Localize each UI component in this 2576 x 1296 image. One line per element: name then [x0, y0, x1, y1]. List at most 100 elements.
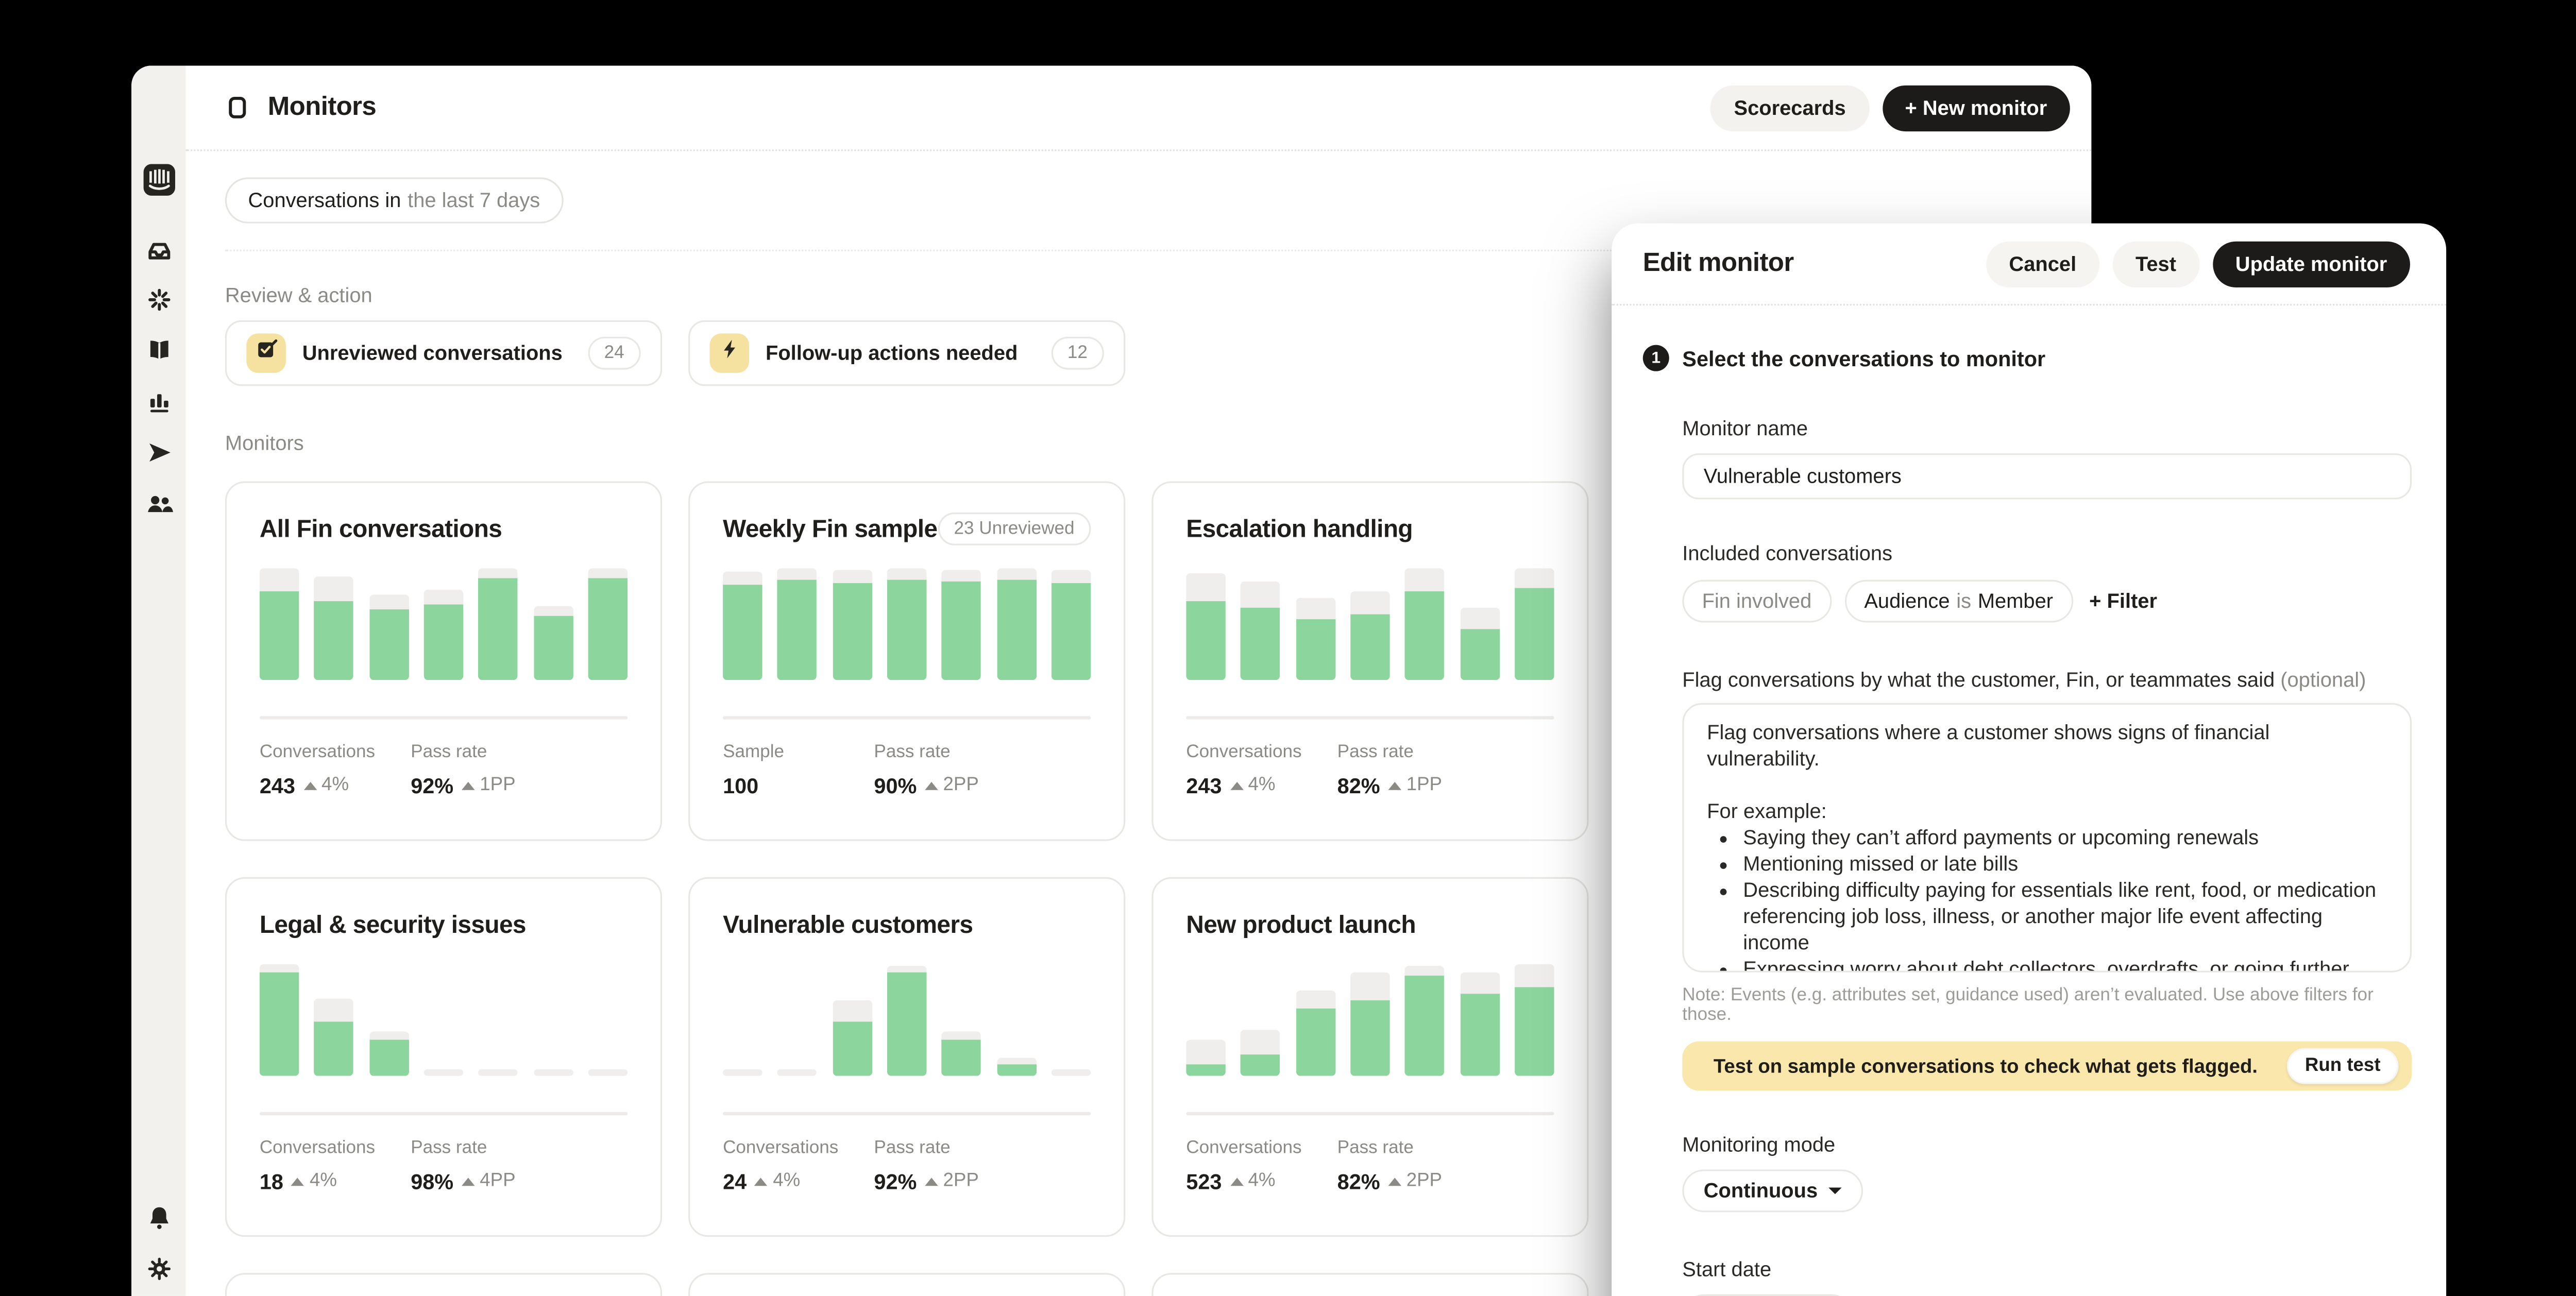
notifications-bell-icon[interactable]: [145, 1204, 173, 1232]
stat-value-row: 184%: [260, 1169, 411, 1193]
chart-bar-fill: [942, 1039, 981, 1076]
stat-value: 243: [1186, 773, 1222, 797]
followup-icon-tile: [710, 333, 750, 373]
stat: Pass rate82%1PP: [1337, 742, 1442, 797]
unreviewed-icon: [254, 337, 279, 370]
monitor-card-header: New product launch: [1186, 908, 1554, 941]
monitor-card-stats: Conversations2434%Pass rate92%1PP: [260, 742, 628, 797]
card-divider: [723, 1112, 1091, 1115]
unreviewed-count-badge: 23 Unreviewed: [938, 513, 1091, 545]
run-test-button[interactable]: Run test: [2287, 1048, 2399, 1084]
review-action-card[interactable]: Unreviewed conversations24: [225, 320, 662, 386]
stat: Pass rate90%2PP: [874, 742, 978, 797]
monitor-card-partial[interactable]: [225, 1273, 662, 1296]
stat-label: Sample: [723, 742, 874, 761]
chart-bar-fill: [1460, 994, 1500, 1076]
review-action-label: Follow-up actions needed: [766, 342, 1018, 365]
chart-empty-slot: [1052, 1069, 1091, 1076]
delta-up-icon: [462, 781, 475, 789]
monitor-card-header: Legal & security issues: [260, 908, 628, 941]
monitor-card-stats: Conversations5234%Pass rate82%2PP: [1186, 1137, 1554, 1193]
edit-panel-title: Edit monitor: [1643, 249, 1794, 278]
chart-empty-slot: [424, 1069, 464, 1076]
scorecards-button[interactable]: Scorecards: [1711, 84, 1869, 130]
step-label: Select the conversations to monitor: [1682, 346, 2045, 370]
chart-bar-fill: [1515, 588, 1554, 680]
count-badge: 12: [1051, 337, 1104, 370]
included-filter-chip[interactable]: AudienceisMember: [1844, 580, 2073, 623]
contacts-icon[interactable]: [145, 489, 173, 517]
monitor-card[interactable]: All Fin conversationsConversations2434%P…: [225, 481, 662, 841]
stat-value-row: 98%4PP: [411, 1169, 515, 1193]
knowledge-book-icon[interactable]: [145, 337, 173, 365]
chart-bar-fill: [723, 585, 762, 680]
monitor-card-chart: [260, 568, 628, 680]
monitor-name-input[interactable]: [1682, 453, 2412, 499]
reports-icon[interactable]: [145, 388, 173, 416]
delta-up-icon: [755, 1177, 768, 1185]
monitor-card-title: New product launch: [1186, 911, 1416, 939]
flag-bullet: Mentioning missed or late bills: [1743, 851, 2387, 877]
date-range-filter-chip[interactable]: Conversations in the last 7 days: [225, 177, 563, 223]
chart-empty-slot: [588, 1069, 628, 1076]
monitor-card-partial[interactable]: [1151, 1273, 1588, 1296]
monitor-card-title: Legal & security issues: [260, 911, 526, 939]
chart-bar: [942, 570, 981, 680]
stat: Pass rate98%4PP: [411, 1137, 515, 1193]
monitor-card-title: Escalation handling: [1186, 515, 1413, 543]
inbox-icon[interactable]: [145, 236, 173, 264]
intercom-logo[interactable]: [141, 163, 176, 197]
monitor-card-partial[interactable]: [688, 1273, 1125, 1296]
blank-line: [1707, 772, 2387, 798]
chart-bar: [887, 966, 927, 1076]
monitor-card[interactable]: Escalation handlingConversations2434%Pas…: [1151, 481, 1588, 841]
start-date-dropdown[interactable]: Jan 1 2026: [1682, 1294, 1853, 1296]
chart-bar-fill: [777, 580, 817, 680]
chart-bar: [1241, 582, 1281, 680]
monitoring-mode-dropdown[interactable]: Continuous: [1682, 1169, 1863, 1212]
card-divider: [1186, 1112, 1554, 1115]
monitor-card[interactable]: Vulnerable customersConversations244%Pas…: [688, 877, 1125, 1237]
stat-value: 24: [723, 1169, 747, 1193]
stat-delta: 1PP: [462, 775, 515, 795]
delta-text: 1PP: [480, 775, 515, 795]
monitor-card-header: Weekly Fin sample23 Unreviewed: [723, 513, 1091, 545]
chart-bar: [1186, 1039, 1226, 1076]
monitor-card[interactable]: New product launch Conversations5234%Pass…: [1151, 877, 1588, 1237]
stat-value: 98%: [411, 1169, 453, 1193]
chart-bar-fill: [1186, 601, 1226, 680]
chart-empty-slot: [777, 1069, 817, 1076]
update-monitor-button[interactable]: Update monitor: [2212, 241, 2410, 286]
chart-bar: [314, 999, 354, 1076]
chart-bar-fill: [996, 1064, 1036, 1076]
settings-gear-icon[interactable]: [145, 1255, 173, 1283]
flag-bullet: Describing difficulty paying for essenti…: [1743, 877, 2387, 956]
monitor-card[interactable]: Legal & security issuesConversations184%…: [225, 877, 662, 1237]
chart-bar: [887, 568, 927, 680]
included-filter-chip[interactable]: Fin involved: [1682, 580, 1831, 623]
monitor-card-chart: [1186, 568, 1554, 680]
chart-bar: [1052, 570, 1091, 680]
chart-bar-fill: [1460, 629, 1500, 680]
chart-bar: [533, 606, 573, 680]
review-action-card[interactable]: Follow-up actions needed 12: [688, 320, 1125, 386]
delta-text: 2PP: [1406, 1171, 1442, 1191]
review-action-label: Unreviewed conversations: [302, 342, 563, 365]
chart-bar-fill: [314, 1021, 354, 1076]
step-1-row: 1 Select the conversations to monitor: [1643, 345, 2412, 371]
new-monitor-button[interactable]: + New monitor: [1882, 84, 2070, 130]
delta-text: 4%: [321, 775, 349, 795]
outbound-icon[interactable]: [145, 438, 173, 466]
test-button[interactable]: Test: [2112, 241, 2199, 286]
stat-label: Conversations: [723, 1137, 874, 1157]
monitor-card[interactable]: Weekly Fin sample23 UnreviewedSample100P…: [688, 481, 1125, 841]
monitor-card-header: Vulnerable customers: [723, 908, 1091, 941]
delta-up-icon: [292, 1177, 305, 1185]
cancel-button[interactable]: Cancel: [1986, 241, 2099, 286]
chart-empty-slot: [723, 1069, 762, 1076]
stat: Pass rate92%2PP: [874, 1137, 978, 1193]
flag-description-textarea[interactable]: Flag conversations where a customer show…: [1682, 703, 2412, 973]
stat-label: Pass rate: [874, 1137, 978, 1157]
fin-ai-icon[interactable]: [145, 286, 173, 314]
add-filter-button[interactable]: + Filter: [2089, 590, 2157, 613]
